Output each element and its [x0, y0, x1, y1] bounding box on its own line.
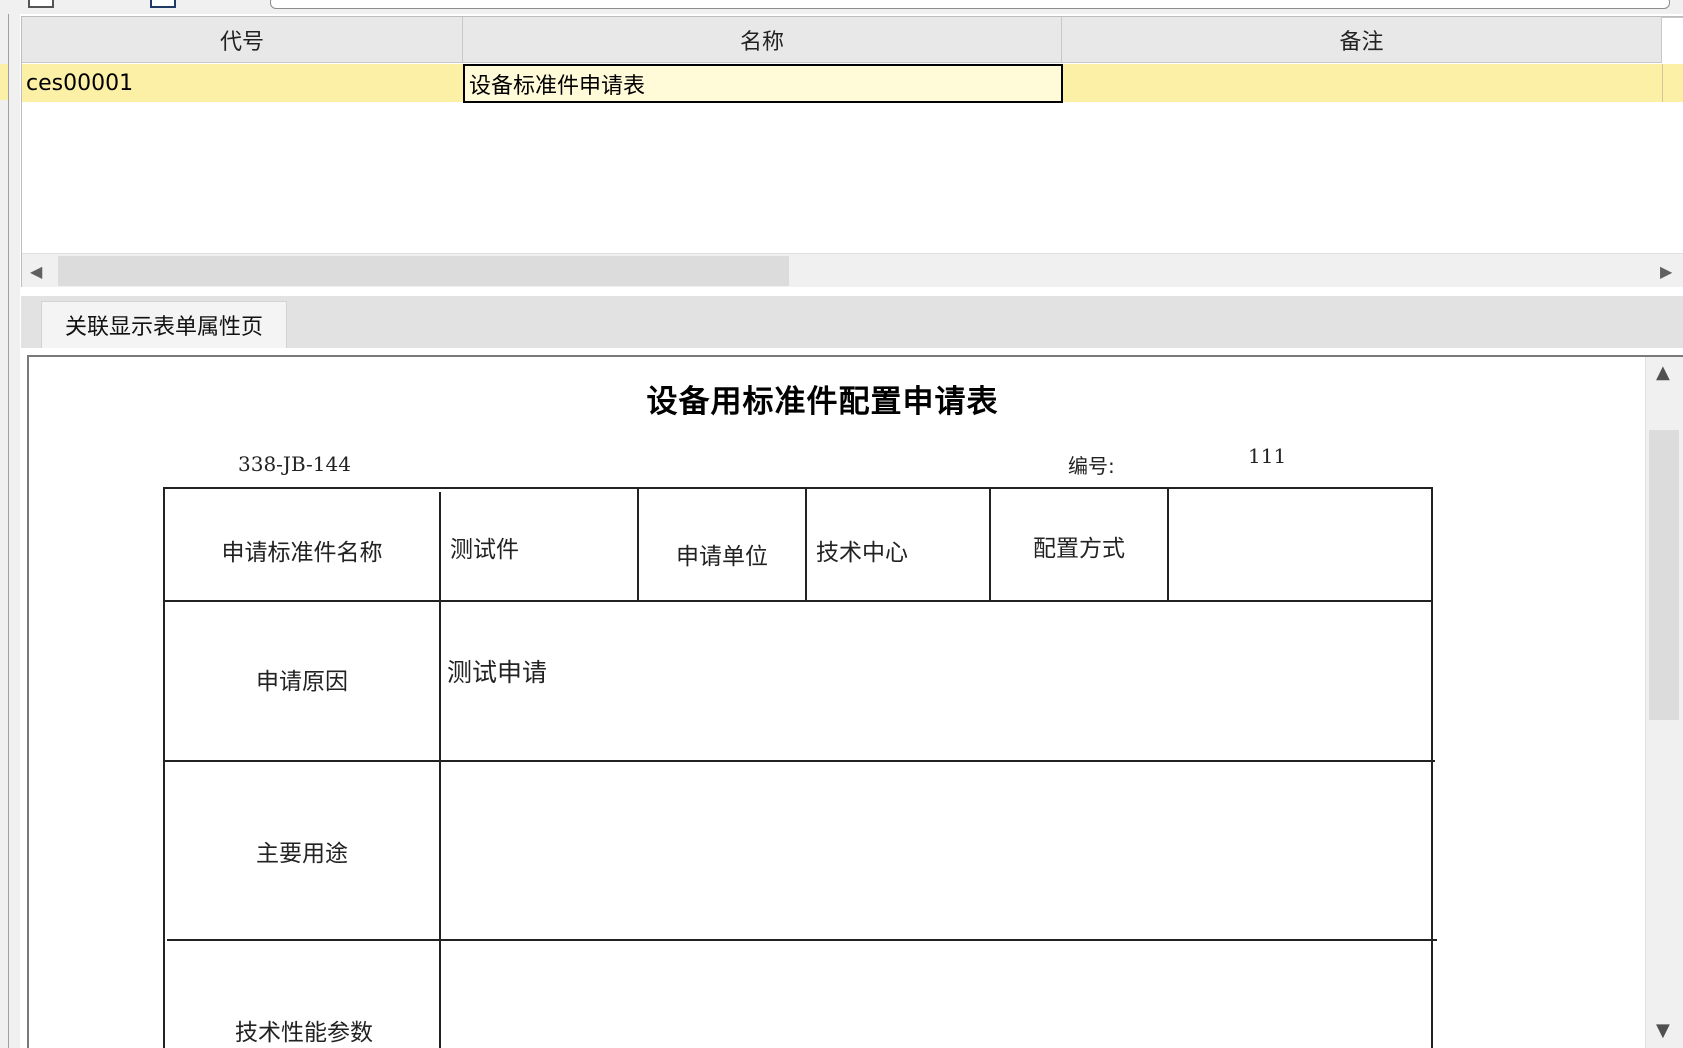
column-header-filler [1662, 17, 1683, 18]
divider [1662, 64, 1663, 102]
tab-related-form[interactable]: 关联显示表单属性页 [41, 301, 287, 348]
scroll-right-icon[interactable]: ▶ [1660, 262, 1672, 281]
toolbar-button-icon[interactable] [150, 0, 176, 8]
toolbar-button-icon[interactable] [28, 0, 54, 8]
table-border [1167, 487, 1169, 601]
horizontal-scrollbar[interactable]: ◀ ▶ [22, 253, 1683, 287]
table-border [1431, 487, 1433, 1048]
scrollbar-thumb[interactable] [58, 256, 789, 286]
label-tech-params: 技术性能参数 [235, 1020, 373, 1046]
form-title: 设备用标准件配置申请表 [646, 384, 999, 420]
table-border [805, 487, 807, 601]
table-border [439, 492, 441, 1048]
scrollbar-thumb[interactable] [1649, 430, 1679, 720]
form-doc-code: 338-JB-144 [238, 452, 351, 476]
cell-remark[interactable] [1063, 64, 1663, 102]
label-usage: 主要用途 [256, 840, 348, 867]
form-number-label: 编号: [1068, 454, 1115, 478]
record-grid: 代号 名称 备注 ces00001 设备标准件申请表 ◀ ▶ [21, 16, 1683, 287]
label-config-method: 配置方式 [1033, 536, 1125, 562]
table-border [163, 487, 1433, 489]
label-std-part-name: 申请标准件名称 [221, 540, 383, 566]
form-number-value: 111 [1248, 444, 1287, 468]
table-border [167, 939, 1437, 941]
toolbar-input[interactable] [270, 0, 1670, 9]
label-reason: 申请原因 [256, 669, 348, 695]
scroll-up-icon[interactable]: ▲ [1656, 362, 1670, 383]
scroll-left-icon[interactable]: ◀ [30, 262, 42, 281]
row-indicator [0, 64, 8, 100]
value-reason: 测试申请 [447, 658, 548, 687]
label-applicant-unit: 申请单位 [676, 544, 768, 570]
column-header-code[interactable]: 代号 [22, 17, 463, 63]
divider [8, 14, 9, 1048]
value-applicant-unit: 技术中心 [816, 540, 908, 566]
cell-name-selected[interactable]: 设备标准件申请表 [463, 64, 1063, 103]
cell-code[interactable]: ces00001 [22, 64, 463, 102]
column-header-name[interactable]: 名称 [463, 17, 1062, 63]
scroll-down-icon[interactable]: ▼ [1656, 1020, 1670, 1041]
left-gutter [0, 14, 20, 1048]
column-header-remark[interactable]: 备注 [1062, 17, 1662, 63]
value-std-part-name: 测试件 [450, 537, 519, 563]
